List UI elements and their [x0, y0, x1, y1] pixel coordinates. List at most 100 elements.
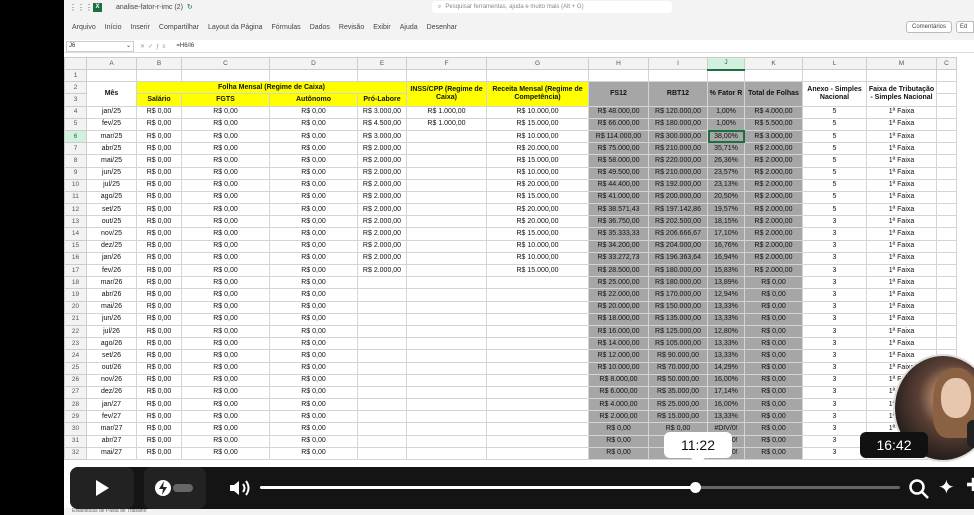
table-cell[interactable]	[486, 312, 589, 326]
table-cell[interactable]	[406, 300, 487, 314]
table-cell[interactable]	[486, 300, 589, 314]
header-fator-r[interactable]: % Fator R	[707, 81, 745, 107]
table-cell[interactable]: R$ 0,00	[181, 398, 270, 412]
table-cell[interactable]: R$ 35.000,00	[648, 385, 708, 400]
table-cell[interactable]: R$ 114.000,00	[588, 129, 649, 144]
table-cell[interactable]: R$ 0,00	[136, 239, 182, 253]
table-cell[interactable]: R$ 180.000,00	[648, 263, 708, 278]
table-cell[interactable]: R$ 10.000,00	[588, 361, 649, 375]
table-cell[interactable]: R$ 0,00	[136, 190, 182, 205]
row-header[interactable]: 5	[64, 117, 87, 131]
table-cell[interactable]: R$ 0,00	[136, 142, 182, 156]
table-cell[interactable]: R$ 15.000,00	[486, 190, 589, 205]
table-cell[interactable]: R$ 0,00	[269, 105, 358, 119]
table-cell[interactable]: 26,36%	[707, 154, 745, 168]
table-cell[interactable]: jun/26	[86, 312, 137, 326]
table-cell[interactable]: R$ 0,00	[269, 178, 358, 192]
table-cell[interactable]: R$ 150.000,00	[648, 300, 708, 314]
table-cell[interactable]: R$ 206.666,67	[648, 227, 708, 241]
cell[interactable]	[744, 68, 803, 83]
table-cell[interactable]: fev/25	[86, 117, 137, 131]
table-cell[interactable]: R$ 0,00	[136, 349, 182, 363]
table-cell[interactable]: R$ 2.000,00	[357, 227, 407, 241]
table-cell[interactable]	[406, 215, 487, 229]
table-cell[interactable]: R$ 0,00	[136, 178, 182, 192]
table-cell[interactable]: set/25	[86, 203, 137, 217]
speed-toggle-button[interactable]	[144, 467, 206, 509]
table-cell[interactable]	[406, 446, 487, 461]
editing-button[interactable]: Ed	[956, 21, 974, 33]
table-cell[interactable]: 17,10%	[707, 227, 745, 241]
table-cell[interactable]: R$ 0,00	[269, 288, 358, 302]
row-header[interactable]: 17	[64, 263, 87, 278]
row-header[interactable]: 32	[64, 446, 87, 461]
table-cell[interactable]: 1ª Faixa	[866, 166, 937, 180]
table-cell[interactable]	[357, 300, 407, 314]
table-cell[interactable]: 3	[802, 324, 867, 339]
table-cell[interactable]	[486, 349, 589, 363]
cell[interactable]	[648, 68, 708, 83]
menu-in-cio[interactable]: Início	[105, 24, 122, 31]
table-cell[interactable]: R$ 0,00	[181, 129, 270, 144]
table-cell[interactable]: R$ 0,00	[181, 263, 270, 278]
cell[interactable]	[936, 300, 957, 314]
header-prolabore[interactable]: Pró-Labore	[357, 93, 407, 107]
table-cell[interactable]: 13,33%	[707, 410, 745, 424]
table-cell[interactable]: 14,29%	[707, 361, 745, 375]
table-cell[interactable]: R$ 0,00	[269, 129, 358, 144]
table-cell[interactable]	[486, 337, 589, 351]
table-cell[interactable]: R$ 192.000,00	[648, 178, 708, 192]
table-cell[interactable]: R$ 0,00	[136, 398, 182, 412]
header-rbt12[interactable]: RBT12	[648, 81, 708, 107]
table-cell[interactable]: R$ 0,00	[181, 361, 270, 375]
cell[interactable]	[588, 68, 649, 83]
table-cell[interactable]: R$ 25.000,00	[648, 398, 708, 412]
table-cell[interactable]: R$ 49.500,00	[588, 166, 649, 180]
table-cell[interactable]	[406, 337, 487, 351]
table-cell[interactable]: 3	[802, 410, 867, 424]
table-cell[interactable]: R$ 2.000,00	[357, 190, 407, 205]
table-cell[interactable]: R$ 2.000,00	[744, 166, 803, 180]
table-cell[interactable]: R$ 0,00	[181, 166, 270, 180]
table-cell[interactable]: R$ 20.000,00	[486, 178, 589, 192]
table-cell[interactable]: R$ 28.500,00	[588, 263, 649, 278]
table-cell[interactable]: jul/25	[86, 178, 137, 192]
table-cell[interactable]	[406, 324, 487, 339]
row-header[interactable]: 27	[64, 385, 87, 400]
comments-button[interactable]: Comentários	[905, 21, 952, 33]
menu-f-rmulas[interactable]: Fórmulas	[272, 24, 301, 31]
table-cell[interactable]: mai/25	[86, 154, 137, 168]
play-button[interactable]	[70, 467, 134, 509]
table-cell[interactable]: R$ 0,00	[744, 398, 803, 412]
table-cell[interactable]: 1,00%	[707, 105, 745, 119]
header-anexo[interactable]: Anexo - Simples Nacional	[802, 81, 867, 107]
table-cell[interactable]: R$ 300.000,00	[648, 129, 708, 144]
row-header[interactable]: 16	[64, 251, 87, 266]
column-header[interactable]: K	[744, 57, 803, 70]
table-cell[interactable]: R$ 6.000,00	[588, 385, 649, 400]
table-cell[interactable]: mai/26	[86, 300, 137, 314]
table-cell[interactable]: 15,83%	[707, 263, 745, 278]
column-header[interactable]: G	[486, 57, 589, 70]
cell[interactable]	[936, 93, 957, 107]
table-cell[interactable]	[406, 154, 487, 168]
cell[interactable]	[936, 324, 957, 339]
cell[interactable]	[936, 337, 957, 351]
table-cell[interactable]: R$ 0,00	[269, 410, 358, 424]
cell[interactable]	[181, 68, 270, 83]
table-cell[interactable]	[406, 361, 487, 375]
table-cell[interactable]: R$ 2.000,00	[744, 178, 803, 192]
table-cell[interactable]: R$ 2.000,00	[357, 203, 407, 217]
table-cell[interactable]	[486, 398, 589, 412]
table-cell[interactable]: 5	[802, 203, 867, 217]
table-cell[interactable]: mar/25	[86, 129, 137, 144]
table-cell[interactable]: 3	[802, 251, 867, 266]
table-cell[interactable]	[406, 190, 487, 205]
table-cell[interactable]: R$ 0,00	[269, 385, 358, 400]
table-cell[interactable]: 13,33%	[707, 337, 745, 351]
cell[interactable]	[936, 117, 957, 131]
table-cell[interactable]: fev/27	[86, 410, 137, 424]
table-cell[interactable]: R$ 0,00	[744, 288, 803, 302]
table-cell[interactable]: R$ 41.000,00	[588, 190, 649, 205]
table-cell[interactable]: R$ 8.000,00	[588, 373, 649, 387]
